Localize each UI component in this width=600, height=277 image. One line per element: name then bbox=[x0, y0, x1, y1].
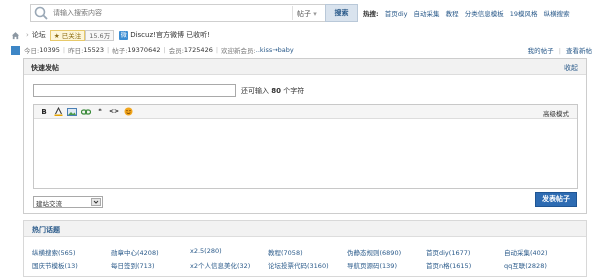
today-count: 10395 bbox=[39, 46, 60, 54]
hot-search-link[interactable]: 19模风格 bbox=[510, 10, 538, 18]
hot-topic-link[interactable]: 伪静态规则(6890) bbox=[347, 247, 401, 257]
stats-separator: | bbox=[106, 46, 110, 54]
hot-topic-link[interactable]: 勋章中心(4208) bbox=[111, 247, 159, 257]
search-input[interactable] bbox=[53, 6, 291, 20]
char-hint-count: 80 bbox=[271, 87, 281, 95]
hot-topic-link[interactable]: 导航页源码(139) bbox=[347, 260, 397, 270]
hot-topic-link[interactable]: 首页diy(1677) bbox=[426, 247, 470, 257]
advanced-mode-link[interactable]: 高级模式 bbox=[543, 108, 569, 118]
bold-button[interactable]: B bbox=[39, 107, 49, 116]
posts-label: 帖子: bbox=[112, 47, 128, 55]
collapse-link[interactable]: 收起 bbox=[564, 63, 578, 73]
char-limit-hint: 还可输入 80 个字符 bbox=[241, 86, 304, 96]
star-icon: ★ bbox=[53, 31, 60, 40]
breadcrumb-separator: › bbox=[26, 31, 29, 39]
new-member-link[interactable]: ..kiss→baby bbox=[256, 46, 294, 54]
weibo-icon: 微 bbox=[119, 30, 129, 40]
post-editor[interactable]: B ❝ <> 高级模式 bbox=[33, 104, 578, 189]
hot-search-link[interactable]: 自动采集 bbox=[414, 10, 440, 18]
breadcrumb-forum-link[interactable]: 论坛 bbox=[32, 30, 46, 40]
follow-label: 已关注 bbox=[61, 31, 82, 40]
image-icon bbox=[67, 107, 77, 116]
forum-stats: 今日: 10395 | 昨日: 15523 | 帖子: 19370642 | 会… bbox=[11, 44, 294, 56]
font-color-icon bbox=[54, 107, 62, 116]
quick-post-title: 快速发帖 bbox=[31, 64, 59, 72]
post-title-input[interactable] bbox=[33, 84, 236, 97]
hot-search-link[interactable]: 分类信息模板 bbox=[465, 10, 504, 18]
link-icon bbox=[81, 108, 91, 115]
search-type-label: 帖子 bbox=[297, 10, 311, 18]
hot-topic-link[interactable]: 纵横搜索(565) bbox=[32, 247, 75, 257]
submit-post-button[interactable]: 发表帖子 bbox=[535, 192, 577, 207]
hot-topic-link[interactable]: 论坛投票代码(3160) bbox=[268, 260, 329, 270]
search-icon bbox=[34, 6, 48, 20]
search-button[interactable]: 搜索 bbox=[325, 4, 358, 22]
stats-separator: | bbox=[62, 46, 66, 54]
search-type-select[interactable]: 帖子 ▾ bbox=[292, 6, 326, 20]
hot-topic-link[interactable]: 国庆节模板(13) bbox=[32, 260, 78, 270]
posts-count: 19370642 bbox=[127, 46, 161, 54]
smiley-icon bbox=[124, 107, 132, 116]
search-bar: 帖子 ▾ bbox=[30, 4, 358, 22]
links-separator: | bbox=[558, 47, 561, 55]
stats-separator: | bbox=[215, 46, 219, 54]
forum-select[interactable]: 建站交流 bbox=[33, 196, 103, 208]
font-color-button[interactable] bbox=[53, 107, 63, 116]
image-button[interactable] bbox=[67, 107, 77, 116]
hot-topics-row: 国庆节模板(13) 每日签到(713) x2个人信息美化(32) 论坛投票代码(… bbox=[32, 260, 582, 273]
chevron-down-icon bbox=[91, 198, 101, 206]
char-hint-prefix: 还可输入 bbox=[241, 87, 272, 95]
hot-topic-link[interactable]: 首页n格(1615) bbox=[426, 260, 471, 270]
new-posts-link[interactable]: 查看新帖 bbox=[566, 47, 592, 55]
hot-topics-title: 热门话题 bbox=[32, 226, 60, 234]
my-posts-link[interactable]: 我的帖子 bbox=[528, 47, 554, 55]
editor-toolbar: B ❝ <> 高级模式 bbox=[34, 105, 577, 119]
yesterday-count: 15523 bbox=[83, 46, 104, 54]
members-count: 1725426 bbox=[183, 46, 213, 54]
quick-post-panel: 快速发帖 收起 还可输入 80 个字符 B ❝ <> 高级模式 建站交流 发表帖… bbox=[23, 58, 587, 214]
char-hint-suffix: 个字符 bbox=[280, 87, 305, 95]
hot-search-label: 热搜: bbox=[363, 10, 379, 18]
chevron-down-icon: ▾ bbox=[313, 10, 317, 18]
user-links: 我的帖子 | 查看新帖 bbox=[528, 45, 592, 55]
follow-button[interactable]: ★ 已关注 bbox=[49, 29, 86, 41]
smiley-button[interactable] bbox=[123, 107, 133, 116]
stats-chart-icon bbox=[11, 45, 20, 55]
forum-select-value: 建站交流 bbox=[36, 200, 62, 208]
hot-search-link[interactable]: 教程 bbox=[446, 10, 459, 18]
hot-topic-link[interactable]: x2个人信息美化(32) bbox=[190, 260, 250, 270]
today-label: 今日: bbox=[24, 47, 40, 55]
quick-post-header: 快速发帖 收起 bbox=[24, 59, 586, 75]
yesterday-label: 昨日: bbox=[68, 47, 84, 55]
home-icon[interactable] bbox=[11, 31, 20, 40]
hot-topic-link[interactable]: x2.5(280) bbox=[190, 247, 222, 255]
breadcrumb: › 论坛 ★ 已关注 15.6万 微 Discuz!官方微博 已收听! bbox=[11, 29, 210, 41]
hot-topics-panel: 热门话题 纵横搜索(565) 勋章中心(4208) x2.5(280) 教程(7… bbox=[23, 220, 587, 277]
hot-search-link[interactable]: 首页diy bbox=[385, 10, 408, 18]
quote-button[interactable]: ❝ bbox=[95, 107, 105, 116]
hot-search-link[interactable]: 纵横搜索 bbox=[544, 10, 570, 18]
hot-topics-grid: 纵横搜索(565) 勋章中心(4208) x2.5(280) 教程(7058) … bbox=[32, 247, 582, 273]
hot-topics-header: 热门话题 bbox=[24, 221, 586, 237]
members-label: 会员: bbox=[168, 47, 184, 55]
hot-topic-link[interactable]: 每日签到(713) bbox=[111, 260, 154, 270]
hot-topic-link[interactable]: qq互联(2828) bbox=[504, 260, 547, 270]
stats-separator: | bbox=[163, 46, 166, 54]
welcome-label: 欢迎新会员: bbox=[221, 47, 256, 55]
code-button[interactable]: <> bbox=[109, 107, 119, 116]
weibo-link[interactable]: Discuz!官方微博 已收听! bbox=[130, 30, 210, 40]
hot-search-bar: 热搜: 首页diy 自动采集 教程 分类信息模板 19模风格 纵横搜索 bbox=[363, 8, 570, 18]
link-button[interactable] bbox=[81, 107, 91, 116]
follow-count: 15.6万 bbox=[85, 29, 115, 41]
hot-topic-link[interactable]: 教程(7058) bbox=[268, 247, 303, 257]
hot-topics-row: 纵横搜索(565) 勋章中心(4208) x2.5(280) 教程(7058) … bbox=[32, 247, 582, 260]
hot-topic-link[interactable]: 自动采集(402) bbox=[504, 247, 547, 257]
